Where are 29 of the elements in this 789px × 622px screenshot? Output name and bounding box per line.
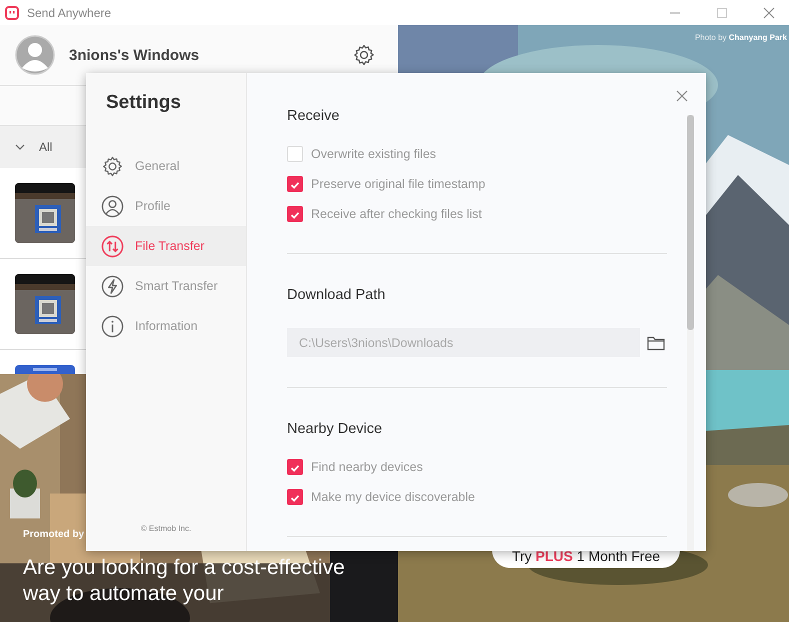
avatar-icon [15, 35, 55, 75]
checkbox[interactable] [287, 206, 303, 222]
checkbox[interactable] [287, 489, 303, 505]
info-icon [101, 314, 124, 338]
app-logo-icon [5, 6, 19, 20]
section-heading: Nearby Device [287, 421, 384, 437]
menu-item[interactable]: Information [86, 306, 246, 346]
menu-item[interactable]: Profile [86, 186, 246, 226]
section-heading: Download Path [287, 287, 386, 303]
copyright-text: © Estmob Inc. [140, 524, 192, 533]
window-title: Send Anywhere [27, 6, 112, 20]
gear-icon [101, 154, 124, 178]
checkbox[interactable] [287, 176, 303, 192]
device-name: 3nions's Windows [69, 46, 200, 64]
checkbox[interactable] [287, 459, 303, 475]
checkbox-label: Find nearby devices [311, 460, 423, 474]
menu-item[interactable]: General [86, 146, 246, 186]
person-icon [101, 194, 124, 218]
menu-item[interactable]: Smart Transfer [86, 266, 246, 306]
promoted-label: Promoted by [23, 529, 84, 540]
menu-item[interactable]: File Transfer [86, 226, 246, 266]
ad-headline: Are you looking for a cost-effective way to automate your [23, 555, 346, 607]
close-icon[interactable] [763, 6, 775, 18]
arrows-icon [101, 234, 124, 258]
lightning-icon [101, 274, 124, 298]
filter-label: All [39, 140, 52, 154]
section-heading: Receive [287, 108, 340, 124]
settings-icon[interactable] [352, 43, 376, 67]
dialog-title: Settings [106, 92, 182, 114]
